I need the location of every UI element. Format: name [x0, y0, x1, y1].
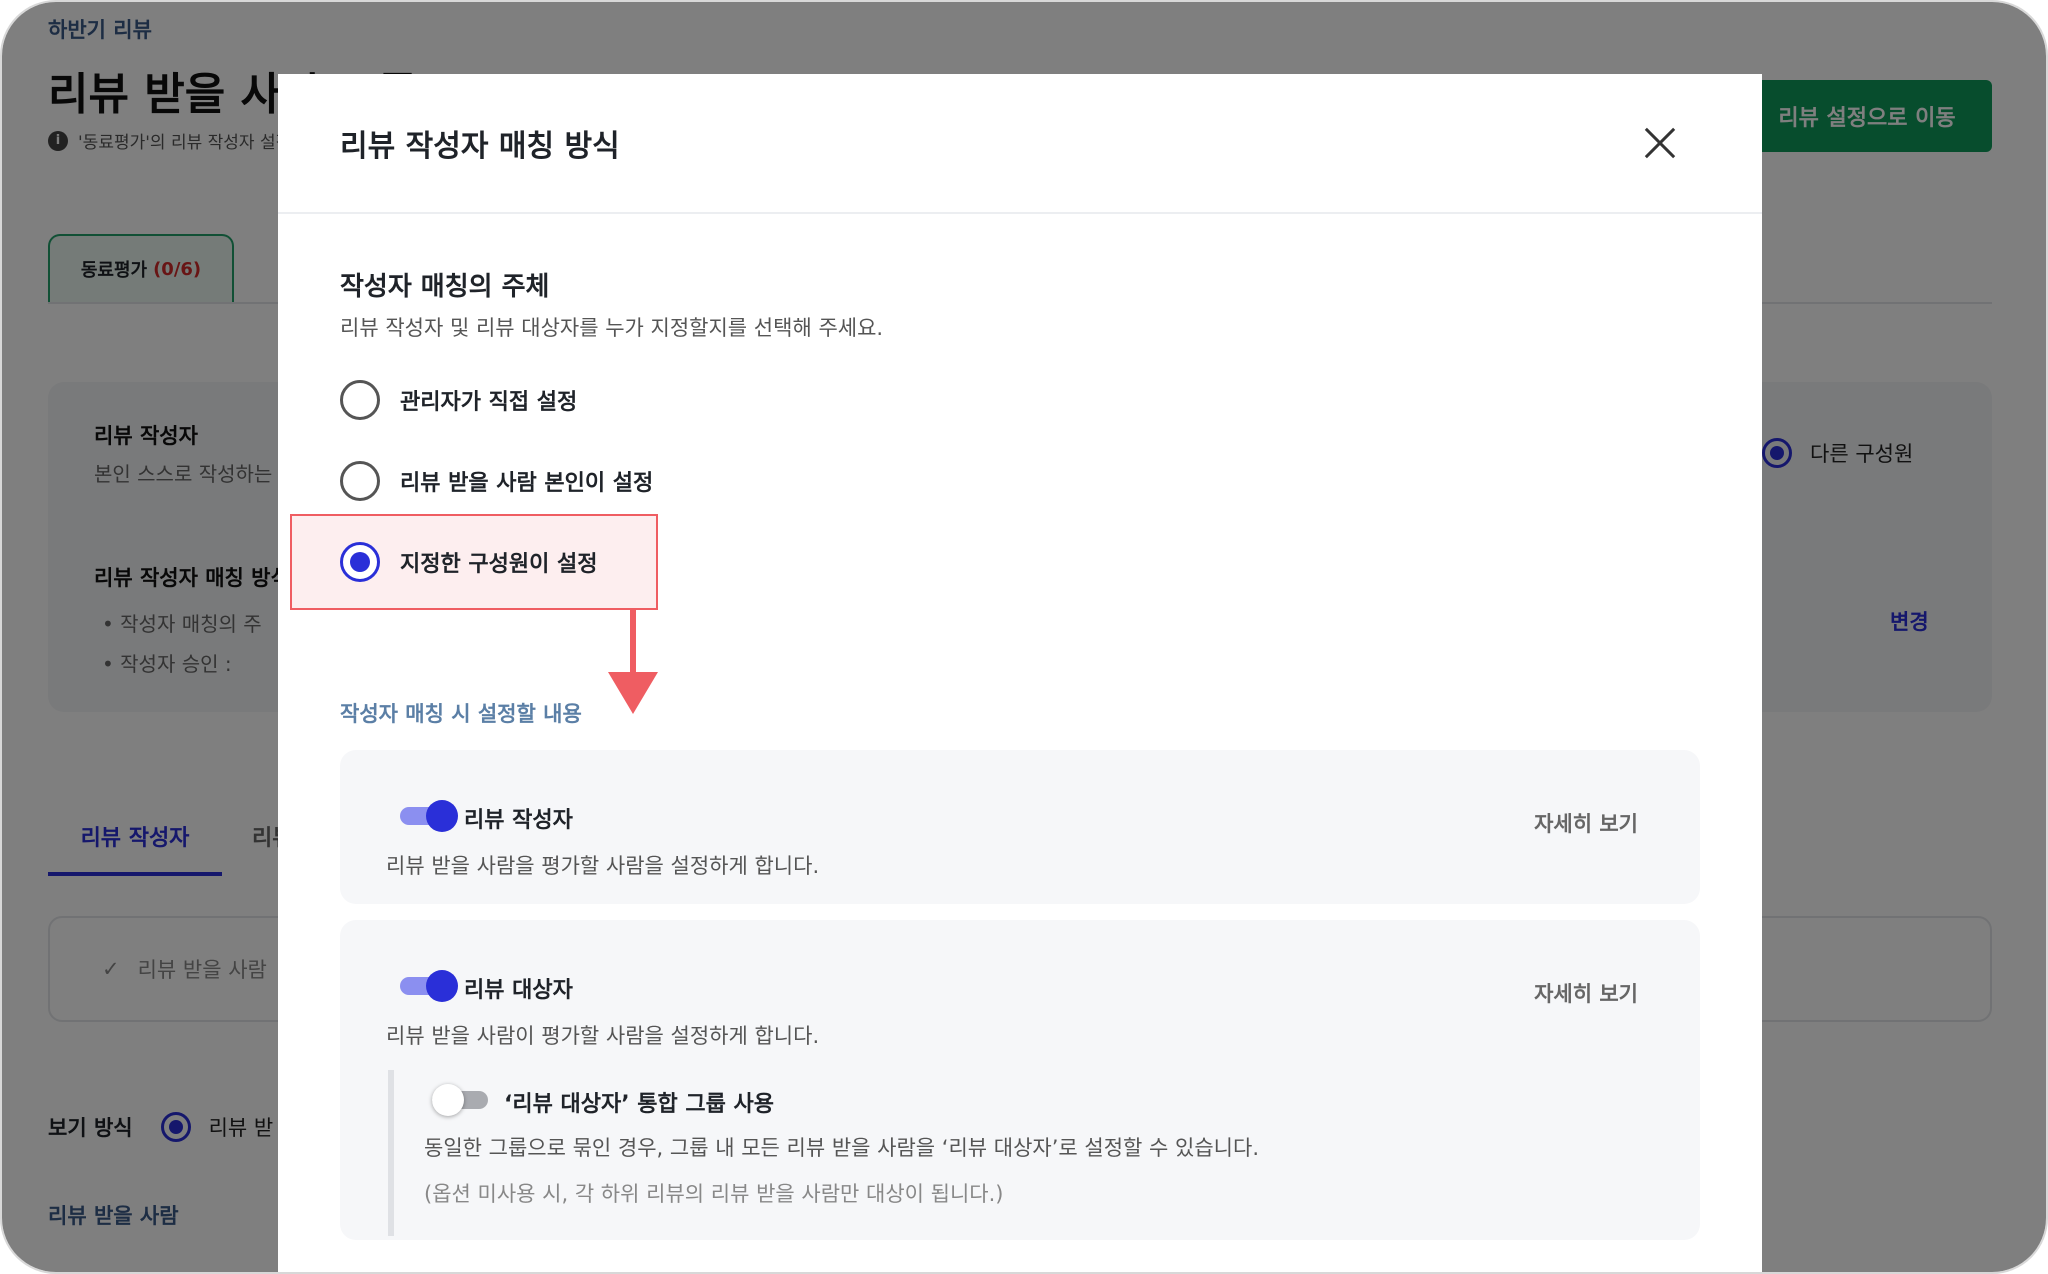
option-title: 리뷰 작성자: [464, 808, 573, 833]
toggle-integrated-group[interactable]: [432, 1084, 490, 1116]
toggle-knob: [426, 800, 458, 832]
radio-unchecked-icon: [340, 380, 380, 420]
option-desc: 리뷰 받을 사람이 평가할 사람을 설정하게 합니다.: [386, 1024, 820, 1048]
radio-label: 리뷰 받을 사람 본인이 설정: [400, 471, 654, 496]
option-card-target: 리뷰 대상자 자세히 보기 리뷰 받을 사람이 평가할 사람을 설정하게 합니다…: [340, 920, 1700, 1240]
nested-sub-option: ‘리뷰 대상자’ 통합 그룹 사용 동일한 그룹으로 묶인 경우, 그룹 내 모…: [388, 1070, 1668, 1236]
sub-option-desc: 동일한 그룹으로 묶인 경우, 그룹 내 모든 리뷰 받을 사람을 ‘리뷰 대상…: [424, 1136, 1259, 1160]
radio-label: 지정한 구성원이 설정: [400, 552, 598, 577]
radio-unchecked-icon: [340, 461, 380, 501]
close-icon[interactable]: [1638, 121, 1682, 165]
option-title: 리뷰 대상자: [464, 978, 573, 1003]
modal-header: 리뷰 작성자 매칭 방식: [278, 74, 1762, 214]
section-title: 작성자 매칭의 주체: [340, 272, 550, 302]
matching-method-modal: 리뷰 작성자 매칭 방식 작성자 매칭의 주체 리뷰 작성자 및 리뷰 대상자를…: [278, 74, 1762, 1272]
option-card-writer: 리뷰 작성자 자세히 보기 리뷰 받을 사람을 평가할 사람을 설정하게 합니다…: [340, 750, 1700, 904]
option-desc: 리뷰 받을 사람을 평가할 사람을 설정하게 합니다.: [386, 854, 820, 878]
arrow-head: [608, 672, 658, 714]
toggle-writer[interactable]: [400, 800, 458, 832]
radio-label: 관리자가 직접 설정: [400, 390, 578, 415]
subsection-label: 작성자 매칭 시 설정할 내용: [340, 702, 582, 726]
down-arrow-icon: [630, 610, 636, 676]
toggle-knob: [432, 1084, 464, 1116]
radio-admin-sets[interactable]: 관리자가 직접 설정: [340, 380, 577, 420]
toggle-knob: [426, 970, 458, 1002]
radio-reviewee-sets[interactable]: 리뷰 받을 사람 본인이 설정: [340, 461, 653, 501]
device-frame: 하반기 리뷰 리뷰 받을 사람 그룹1 i '동료평가'의 리뷰 작성자 설정 …: [0, 0, 2048, 1274]
detail-link[interactable]: 자세히 보기: [1534, 978, 1638, 1008]
radio-checked-icon: [340, 542, 380, 582]
radio-designated-member-sets[interactable]: 지정한 구성원이 설정: [340, 542, 597, 582]
sub-option-note: (옵션 미사용 시, 각 하위 리뷰의 리뷰 받을 사람만 대상이 됩니다.): [424, 1182, 1004, 1206]
toggle-target[interactable]: [400, 970, 458, 1002]
section-desc: 리뷰 작성자 및 리뷰 대상자를 누가 지정할지를 선택해 주세요.: [340, 316, 884, 340]
modal-title: 리뷰 작성자 매칭 방식: [340, 129, 620, 164]
detail-link[interactable]: 자세히 보기: [1534, 808, 1638, 838]
sub-option-title: ‘리뷰 대상자’ 통합 그룹 사용: [504, 1092, 774, 1117]
